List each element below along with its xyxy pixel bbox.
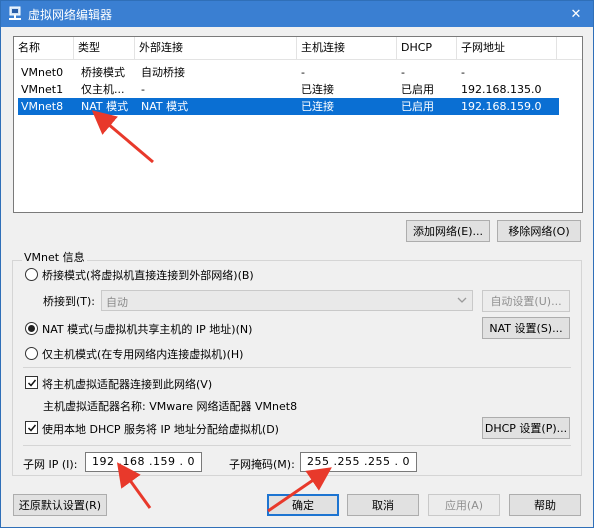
checkmark-icon [27, 379, 36, 387]
cell-external: - [141, 83, 145, 96]
use-dhcp-label: 使用本地 DHCP 服务将 IP 地址分配给虚拟机(D) [42, 423, 279, 436]
close-button[interactable]: ✕ [559, 1, 593, 27]
vmnet-info-label: VMnet 信息 [22, 249, 87, 265]
cell-type: NAT 模式 [81, 100, 129, 113]
title-bar: 虚拟网络编辑器 ✕ [1, 1, 593, 27]
connect-host-adapter-label: 将主机虚拟适配器连接到此网络(V) [42, 378, 213, 391]
bridged-mode-label: 桥接模式(将虚拟机直接连接到外部网络)(B) [42, 269, 254, 282]
subnet-mask-input[interactable]: 255 .255 .255 . 0 [300, 452, 417, 472]
remove-network-button[interactable]: 移除网络(O) [497, 220, 581, 242]
host-only-mode-radio[interactable] [25, 347, 38, 360]
cell-subnet: 192.168.135.0 [461, 83, 542, 96]
nat-mode-label: NAT 模式(与虚拟机共享主机的 IP 地址)(N) [42, 323, 253, 336]
chevron-down-icon [457, 297, 467, 303]
network-app-icon [9, 6, 21, 20]
host-adapter-name: 主机虚拟适配器名称: VMware 网络适配器 VMnet8 [43, 400, 298, 413]
cell-subnet: - [461, 66, 465, 79]
ok-button[interactable]: 确定 [267, 494, 339, 516]
connect-host-adapter-checkbox[interactable] [25, 376, 38, 389]
bridged-to-value: 自动 [106, 296, 128, 309]
subnet-ip-label: 子网 IP (I): [23, 458, 78, 471]
window-title: 虚拟网络编辑器 [28, 8, 113, 22]
cell-dhcp: 已启用 [401, 100, 434, 113]
restore-defaults-button[interactable]: 还原默认设置(R) [13, 494, 107, 516]
cancel-button[interactable]: 取消 [347, 494, 419, 516]
column-header-type[interactable]: 类型 [74, 37, 135, 59]
cell-host: - [301, 66, 305, 79]
bridged-to-select[interactable]: 自动 [101, 290, 473, 311]
cell-dhcp: 已启用 [401, 83, 434, 96]
column-header-subnet[interactable]: 子网地址 [457, 37, 557, 59]
table-row[interactable]: VMnet0 桥接模式 自动桥接 - - - [18, 64, 559, 81]
auto-settings-button[interactable]: 自动设置(U)... [482, 290, 570, 312]
bridged-mode-radio[interactable] [25, 268, 38, 281]
cell-dhcp: - [401, 66, 405, 79]
divider [23, 445, 571, 446]
network-list[interactable]: 名称 类型 外部连接 主机连接 DHCP 子网地址 VMnet0 桥接模式 自动… [13, 36, 583, 213]
subnet-mask-label: 子网掩码(M): [229, 458, 295, 471]
nat-settings-button[interactable]: NAT 设置(S)... [482, 317, 570, 339]
use-dhcp-checkbox[interactable] [25, 421, 38, 434]
host-only-mode-label: 仅主机模式(在专用网络内连接虚拟机)(H) [42, 348, 244, 361]
cell-name: VMnet8 [21, 100, 64, 113]
cell-name: VMnet1 [21, 83, 64, 96]
cell-type: 仅主机... [81, 83, 125, 96]
cell-type: 桥接模式 [81, 66, 125, 79]
cell-host: 已连接 [301, 100, 334, 113]
cell-name: VMnet0 [21, 66, 64, 79]
column-header-name[interactable]: 名称 [14, 37, 74, 59]
cell-external: NAT 模式 [141, 100, 189, 113]
cell-host: 已连接 [301, 83, 334, 96]
checkmark-icon [27, 424, 36, 432]
cell-external: 自动桥接 [141, 66, 185, 79]
bridged-to-label: 桥接到(T): [43, 295, 96, 308]
column-header-host[interactable]: 主机连接 [297, 37, 397, 59]
table-row[interactable]: VMnet1 仅主机... - 已连接 已启用 192.168.135.0 [18, 81, 559, 98]
close-icon: ✕ [570, 6, 582, 22]
table-row-selected[interactable]: VMnet8 NAT 模式 NAT 模式 已连接 已启用 192.168.159… [18, 98, 559, 115]
column-header-external[interactable]: 外部连接 [135, 37, 297, 59]
dhcp-settings-button[interactable]: DHCP 设置(P)... [482, 417, 570, 439]
virtual-network-editor-window: 虚拟网络编辑器 ✕ 名称 类型 外部连接 主机连接 DHCP 子网地址 VMne… [0, 0, 594, 528]
cell-subnet: 192.168.159.0 [461, 100, 542, 113]
divider [23, 367, 571, 368]
nat-mode-radio[interactable] [25, 322, 38, 335]
subnet-ip-input[interactable]: 192 .168 .159 . 0 [85, 452, 202, 472]
list-header: 名称 类型 外部连接 主机连接 DHCP 子网地址 [14, 37, 582, 60]
apply-button[interactable]: 应用(A) [428, 494, 500, 516]
add-network-button[interactable]: 添加网络(E)... [406, 220, 490, 242]
help-button[interactable]: 帮助 [509, 494, 581, 516]
column-header-dhcp[interactable]: DHCP [397, 37, 457, 59]
